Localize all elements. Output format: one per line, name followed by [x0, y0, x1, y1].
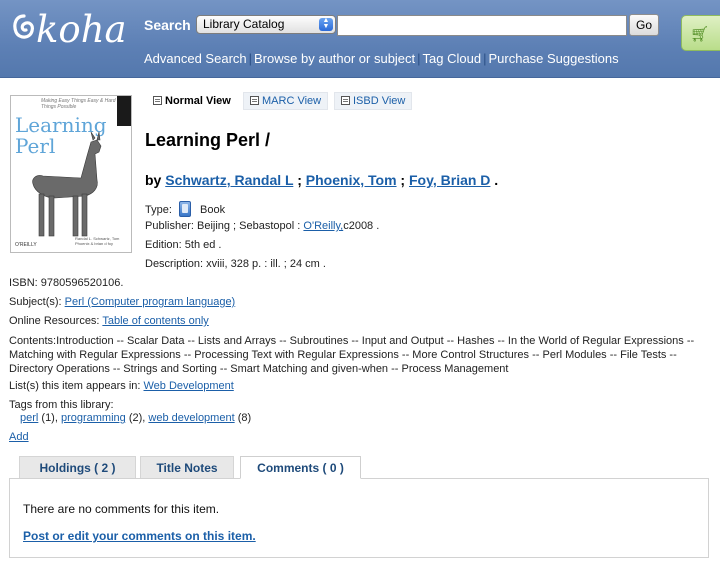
publisher-place: Beijing ; Sebastopol : — [196, 220, 301, 232]
tab-holdings[interactable]: Holdings ( 2 ) — [19, 456, 136, 479]
document-icon — [250, 96, 259, 105]
description-field: Description: xviii, 328 p. : ill. ; 24 c… — [145, 258, 326, 270]
author-link[interactable]: Foy, Brian D — [409, 172, 490, 188]
publisher-date: c2008 . — [343, 220, 380, 232]
link-separator: | — [248, 51, 253, 66]
go-button[interactable]: Go — [629, 14, 659, 36]
by-label: by — [145, 172, 162, 188]
publisher-label: Publisher: — [145, 220, 194, 232]
type-label: Type: — [145, 204, 172, 216]
cover-publisher: O'REILLY — [15, 242, 37, 248]
link-separator: | — [417, 51, 421, 66]
lists-field: List(s) this item appears in: Web Develo… — [9, 380, 234, 392]
tab-normal-view[interactable]: Normal View — [146, 92, 238, 110]
tags-label: Tags from this library: — [9, 399, 114, 411]
subject-link[interactable]: Perl (Computer program language) — [65, 296, 236, 308]
koha-logo-swirl-icon — [13, 14, 34, 39]
masthead: koha Search Library Catalog ▲ ▼ Go 🛒︎ Adv… — [0, 0, 720, 78]
tag-link[interactable]: perl — [20, 412, 38, 424]
cover-authors: Randal L. Schwartz, Tom Phoenix & brian … — [75, 236, 120, 246]
tag-count: (1), — [41, 412, 58, 424]
edition-value: 5th ed . — [184, 239, 222, 251]
description-label: Description: — [145, 258, 204, 270]
tab-marc-view[interactable]: MARC View — [243, 92, 329, 110]
edition-label: Edition: — [145, 239, 182, 251]
cart-icon: 🛒︎ — [690, 26, 710, 43]
contents-label: Contents: — [9, 335, 57, 347]
tags-list: perl (1), programming (2), web developme… — [20, 412, 251, 424]
lists-label: List(s) this item appears in: — [9, 380, 141, 392]
tag-link[interactable]: programming — [61, 412, 126, 424]
koha-logo[interactable]: koha — [10, 8, 127, 52]
table-of-contents-link[interactable]: Table of contents only — [102, 315, 208, 327]
document-icon — [153, 96, 162, 105]
author-link[interactable]: Schwartz, Randal L — [165, 172, 293, 188]
advanced-search-link[interactable]: Advanced Search — [144, 51, 247, 66]
tab-title-notes[interactable]: Title Notes — [140, 456, 234, 479]
edition-field: Edition: 5th ed . — [145, 239, 221, 251]
search-label: Search — [144, 17, 191, 33]
publisher-link[interactable]: O'Reilly, — [303, 220, 343, 232]
bottom-tabs: Holdings ( 2 ) Title Notes Comments ( 0 … — [0, 455, 720, 479]
tag-count: (2), — [128, 412, 146, 424]
tab-marc-view-label: MARC View — [262, 95, 322, 107]
catalog-select[interactable]: Library Catalog ▲ ▼ — [196, 15, 336, 34]
book-cover[interactable]: Making Easy Things Easy & Hard Things Po… — [10, 95, 132, 253]
search-input[interactable] — [337, 15, 627, 36]
tab-isbd-view-label: ISBD View — [353, 95, 406, 107]
contents-field: Contents:Introduction -- Scalar Data -- … — [9, 334, 714, 376]
add-tag-row: Add — [9, 431, 29, 443]
select-arrows-icon: ▲ ▼ — [319, 17, 333, 31]
tag-link[interactable]: web development — [148, 412, 234, 424]
header-links: Advanced Search | Browse by author or subj… — [144, 51, 619, 66]
book-icon — [178, 201, 191, 217]
type-value: Book — [200, 204, 226, 216]
isbn-field: ISBN: 9780596520106. — [9, 277, 123, 289]
online-resources-field: Online Resources: Table of contents only — [9, 315, 209, 327]
online-resources-label: Online Resources: — [9, 315, 100, 327]
tab-comments[interactable]: Comments ( 0 ) — [240, 456, 361, 479]
isbn-value: 9780596520106. — [40, 277, 124, 289]
author-link[interactable]: Phoenix, Tom — [306, 172, 397, 188]
post-comment-link[interactable]: Post or edit your comments on this item. — [23, 529, 256, 543]
record-title: Learning Perl / — [145, 130, 271, 150]
contents-text: Introduction -- Scalar Data -- Lists and… — [9, 335, 695, 375]
tag-count: (8) — [237, 412, 252, 424]
cart-button[interactable]: 🛒︎ — [681, 15, 720, 51]
subjects-label: Subject(s): — [9, 296, 62, 308]
koha-logo-text: koha — [36, 8, 127, 51]
subjects-field: Subject(s): Perl (Computer program langu… — [9, 296, 235, 308]
comments-panel — [9, 478, 709, 558]
tab-isbd-view[interactable]: ISBD View — [334, 92, 413, 110]
link-separator: | — [483, 51, 487, 66]
list-link[interactable]: Web Development — [144, 380, 234, 392]
publisher-field: Publisher: Beijing ; Sebastopol : O'Reil… — [145, 220, 379, 232]
llama-illustration-icon — [32, 131, 102, 237]
catalog-select-value: Library Catalog — [203, 17, 285, 31]
isbn-label: ISBN: — [9, 277, 38, 289]
document-icon — [341, 96, 350, 105]
record-authors: by Schwartz, Randal L ; Phoenix, Tom ; F… — [145, 172, 499, 188]
browse-link[interactable]: Browse by author or subject — [254, 51, 415, 66]
no-comments-text: There are no comments for this item. — [23, 502, 220, 516]
type-field: Type: Book — [145, 201, 225, 217]
description-value: xviii, 328 p. : ill. ; 24 cm . — [206, 258, 326, 270]
add-tag-link[interactable]: Add — [9, 431, 29, 443]
purchase-suggestions-link[interactable]: Purchase Suggestions — [488, 51, 618, 66]
tag-cloud-link[interactable]: Tag Cloud — [423, 51, 482, 66]
tab-normal-view-label: Normal View — [165, 95, 231, 107]
